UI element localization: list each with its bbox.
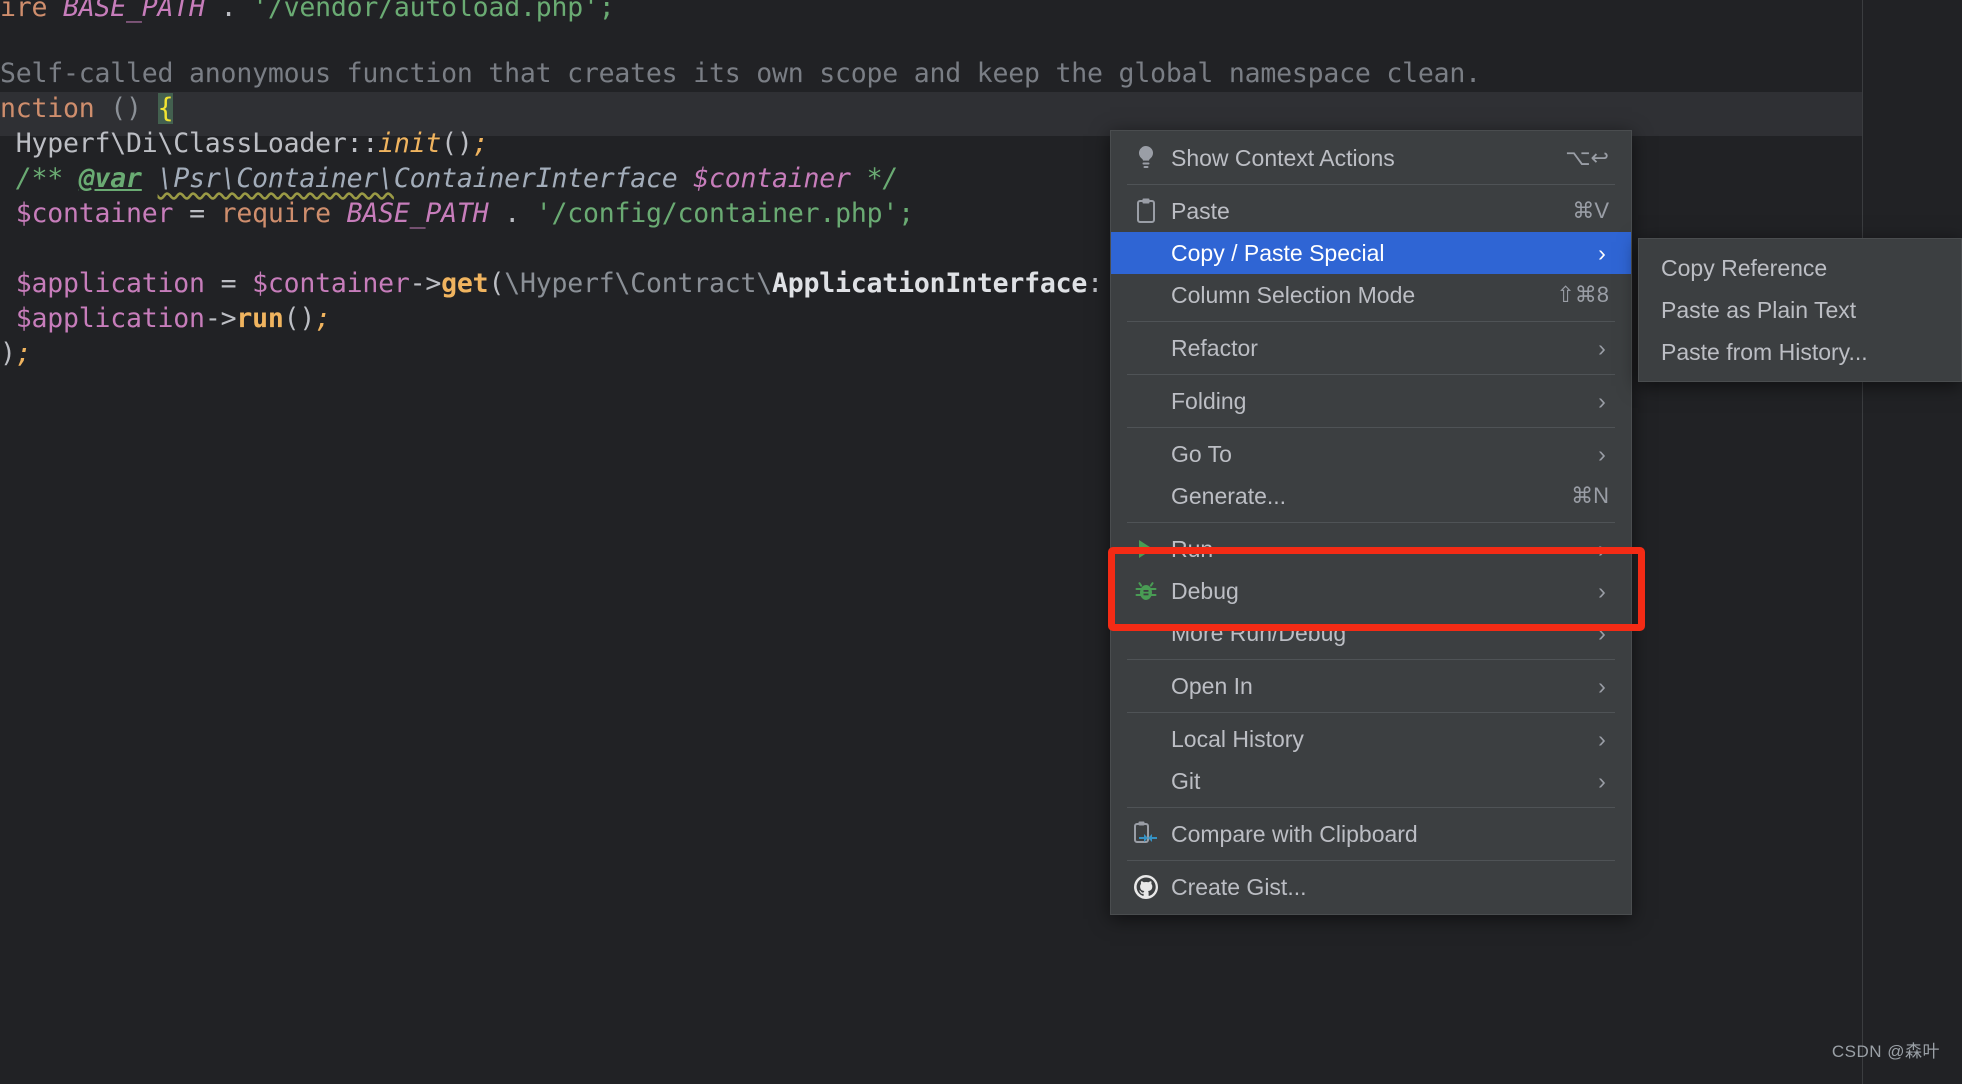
code-line-require: ire BASE_PATH . '/vendor/autoload.php'; bbox=[0, 0, 615, 23]
menu-item-shortcut: ⇧⌘8 bbox=[1556, 282, 1609, 307]
copy-paste-special-submenu[interactable]: Copy Reference Paste as Plain Text Paste… bbox=[1638, 238, 1962, 382]
menu-item-label: Debug bbox=[1171, 577, 1239, 604]
menu-item-open-in[interactable]: Open In › bbox=[1111, 665, 1631, 707]
menu-item-more-run-debug[interactable]: More Run/Debug › bbox=[1111, 612, 1631, 654]
menu-item-icon-placeholder bbox=[1127, 238, 1165, 268]
menu-item-icon-placeholder bbox=[1127, 481, 1165, 511]
menu-item-label: Go To bbox=[1171, 440, 1232, 467]
menu-item-folding[interactable]: Folding › bbox=[1111, 380, 1631, 422]
chevron-right-icon: › bbox=[1598, 767, 1606, 794]
menu-item-label: Column Selection Mode bbox=[1171, 281, 1416, 308]
chevron-right-icon: › bbox=[1598, 619, 1606, 646]
menu-item-icon-placeholder bbox=[1127, 386, 1165, 416]
chevron-right-icon: › bbox=[1598, 334, 1606, 361]
menu-item-create-gist[interactable]: Create Gist... bbox=[1111, 866, 1631, 908]
chevron-right-icon: › bbox=[1598, 577, 1606, 604]
menu-item-icon-placeholder bbox=[1127, 280, 1165, 310]
menu-separator bbox=[1127, 321, 1615, 322]
code-line-run: $application->run(); bbox=[0, 303, 331, 334]
debug-icon bbox=[1127, 576, 1165, 606]
menu-item-label: Git bbox=[1171, 767, 1201, 794]
menu-item-icon-placeholder bbox=[1127, 671, 1165, 701]
clipboard-icon bbox=[1127, 196, 1165, 226]
chevron-right-icon: › bbox=[1598, 672, 1606, 699]
menu-item-shortcut: ⌥↩ bbox=[1565, 145, 1609, 170]
menu-item-icon-placeholder bbox=[1127, 439, 1165, 469]
menu-item-icon-placeholder bbox=[1127, 333, 1165, 363]
menu-item-generate[interactable]: Generate... ⌘N bbox=[1111, 475, 1631, 517]
menu-item-label: Paste bbox=[1171, 197, 1230, 224]
chevron-right-icon: › bbox=[1598, 725, 1606, 752]
menu-item-git[interactable]: Git › bbox=[1111, 760, 1631, 802]
code-line-comment: Self-called anonymous function that crea… bbox=[0, 58, 1481, 89]
menu-item-icon-placeholder bbox=[1127, 724, 1165, 754]
code-editor[interactable]: ire BASE_PATH . '/vendor/autoload.php'; … bbox=[0, 0, 1962, 1084]
menu-item-compare-with-clipboard[interactable]: Compare with Clipboard bbox=[1111, 813, 1631, 855]
submenu-item-copy-reference[interactable]: Copy Reference bbox=[1639, 247, 1961, 289]
menu-item-label: Folding bbox=[1171, 387, 1247, 414]
editor-right-pane bbox=[1862, 0, 1962, 1084]
menu-item-show-context-actions[interactable]: Show Context Actions ⌥↩ bbox=[1111, 137, 1631, 179]
menu-separator bbox=[1127, 184, 1615, 185]
menu-item-column-selection-mode[interactable]: Column Selection Mode ⇧⌘8 bbox=[1111, 274, 1631, 316]
menu-item-label: Open In bbox=[1171, 672, 1253, 699]
menu-item-label: More Run/Debug bbox=[1171, 619, 1347, 646]
submenu-item-label: Copy Reference bbox=[1661, 254, 1828, 281]
menu-separator bbox=[1127, 807, 1615, 808]
menu-item-icon-placeholder bbox=[1127, 618, 1165, 648]
menu-item-label: Generate... bbox=[1171, 482, 1287, 509]
menu-item-label: Create Gist... bbox=[1171, 873, 1307, 900]
menu-item-icon-placeholder bbox=[1127, 766, 1165, 796]
menu-item-label: Show Context Actions bbox=[1171, 144, 1395, 171]
submenu-item-label: Paste from History... bbox=[1661, 338, 1868, 365]
watermark: CSDN @森叶 bbox=[1831, 1042, 1940, 1061]
menu-item-debug[interactable]: Debug › bbox=[1111, 570, 1631, 612]
menu-separator bbox=[1127, 374, 1615, 375]
submenu-item-paste-from-history[interactable]: Paste from History... bbox=[1639, 331, 1961, 373]
menu-item-shortcut: ⌘V bbox=[1572, 198, 1609, 223]
lightbulb-icon bbox=[1127, 143, 1165, 173]
context-menu[interactable]: Show Context Actions ⌥↩ Paste ⌘V Copy / … bbox=[1110, 130, 1632, 915]
menu-separator bbox=[1127, 522, 1615, 523]
chevron-right-icon: › bbox=[1598, 535, 1606, 562]
menu-separator bbox=[1127, 712, 1615, 713]
menu-item-go-to[interactable]: Go To › bbox=[1111, 433, 1631, 475]
menu-item-label: Refactor bbox=[1171, 334, 1258, 361]
menu-item-label: Local History bbox=[1171, 725, 1304, 752]
menu-item-paste[interactable]: Paste ⌘V bbox=[1111, 190, 1631, 232]
menu-item-label: Compare with Clipboard bbox=[1171, 820, 1418, 847]
menu-item-label: Run bbox=[1171, 535, 1214, 562]
menu-item-copy-paste-special[interactable]: Copy / Paste Special › bbox=[1111, 232, 1631, 274]
chevron-right-icon: › bbox=[1598, 239, 1606, 266]
submenu-item-label: Paste as Plain Text bbox=[1661, 296, 1857, 323]
menu-separator bbox=[1127, 659, 1615, 660]
submenu-item-paste-as-plain-text[interactable]: Paste as Plain Text bbox=[1639, 289, 1961, 331]
chevron-right-icon: › bbox=[1598, 440, 1606, 467]
compare-icon bbox=[1127, 819, 1165, 849]
menu-item-run[interactable]: Run › bbox=[1111, 528, 1631, 570]
menu-item-refactor[interactable]: Refactor › bbox=[1111, 327, 1631, 369]
chevron-right-icon: › bbox=[1598, 387, 1606, 414]
code-line-container: $container = require BASE_PATH . '/confi… bbox=[0, 198, 914, 229]
run-icon bbox=[1127, 534, 1165, 564]
code-line-close: ); bbox=[0, 338, 32, 369]
menu-separator bbox=[1127, 860, 1615, 861]
menu-item-local-history[interactable]: Local History › bbox=[1111, 718, 1631, 760]
github-icon bbox=[1127, 872, 1165, 902]
menu-item-label: Copy / Paste Special bbox=[1171, 239, 1385, 266]
menu-separator bbox=[1127, 427, 1615, 428]
menu-item-shortcut: ⌘N bbox=[1571, 483, 1609, 508]
